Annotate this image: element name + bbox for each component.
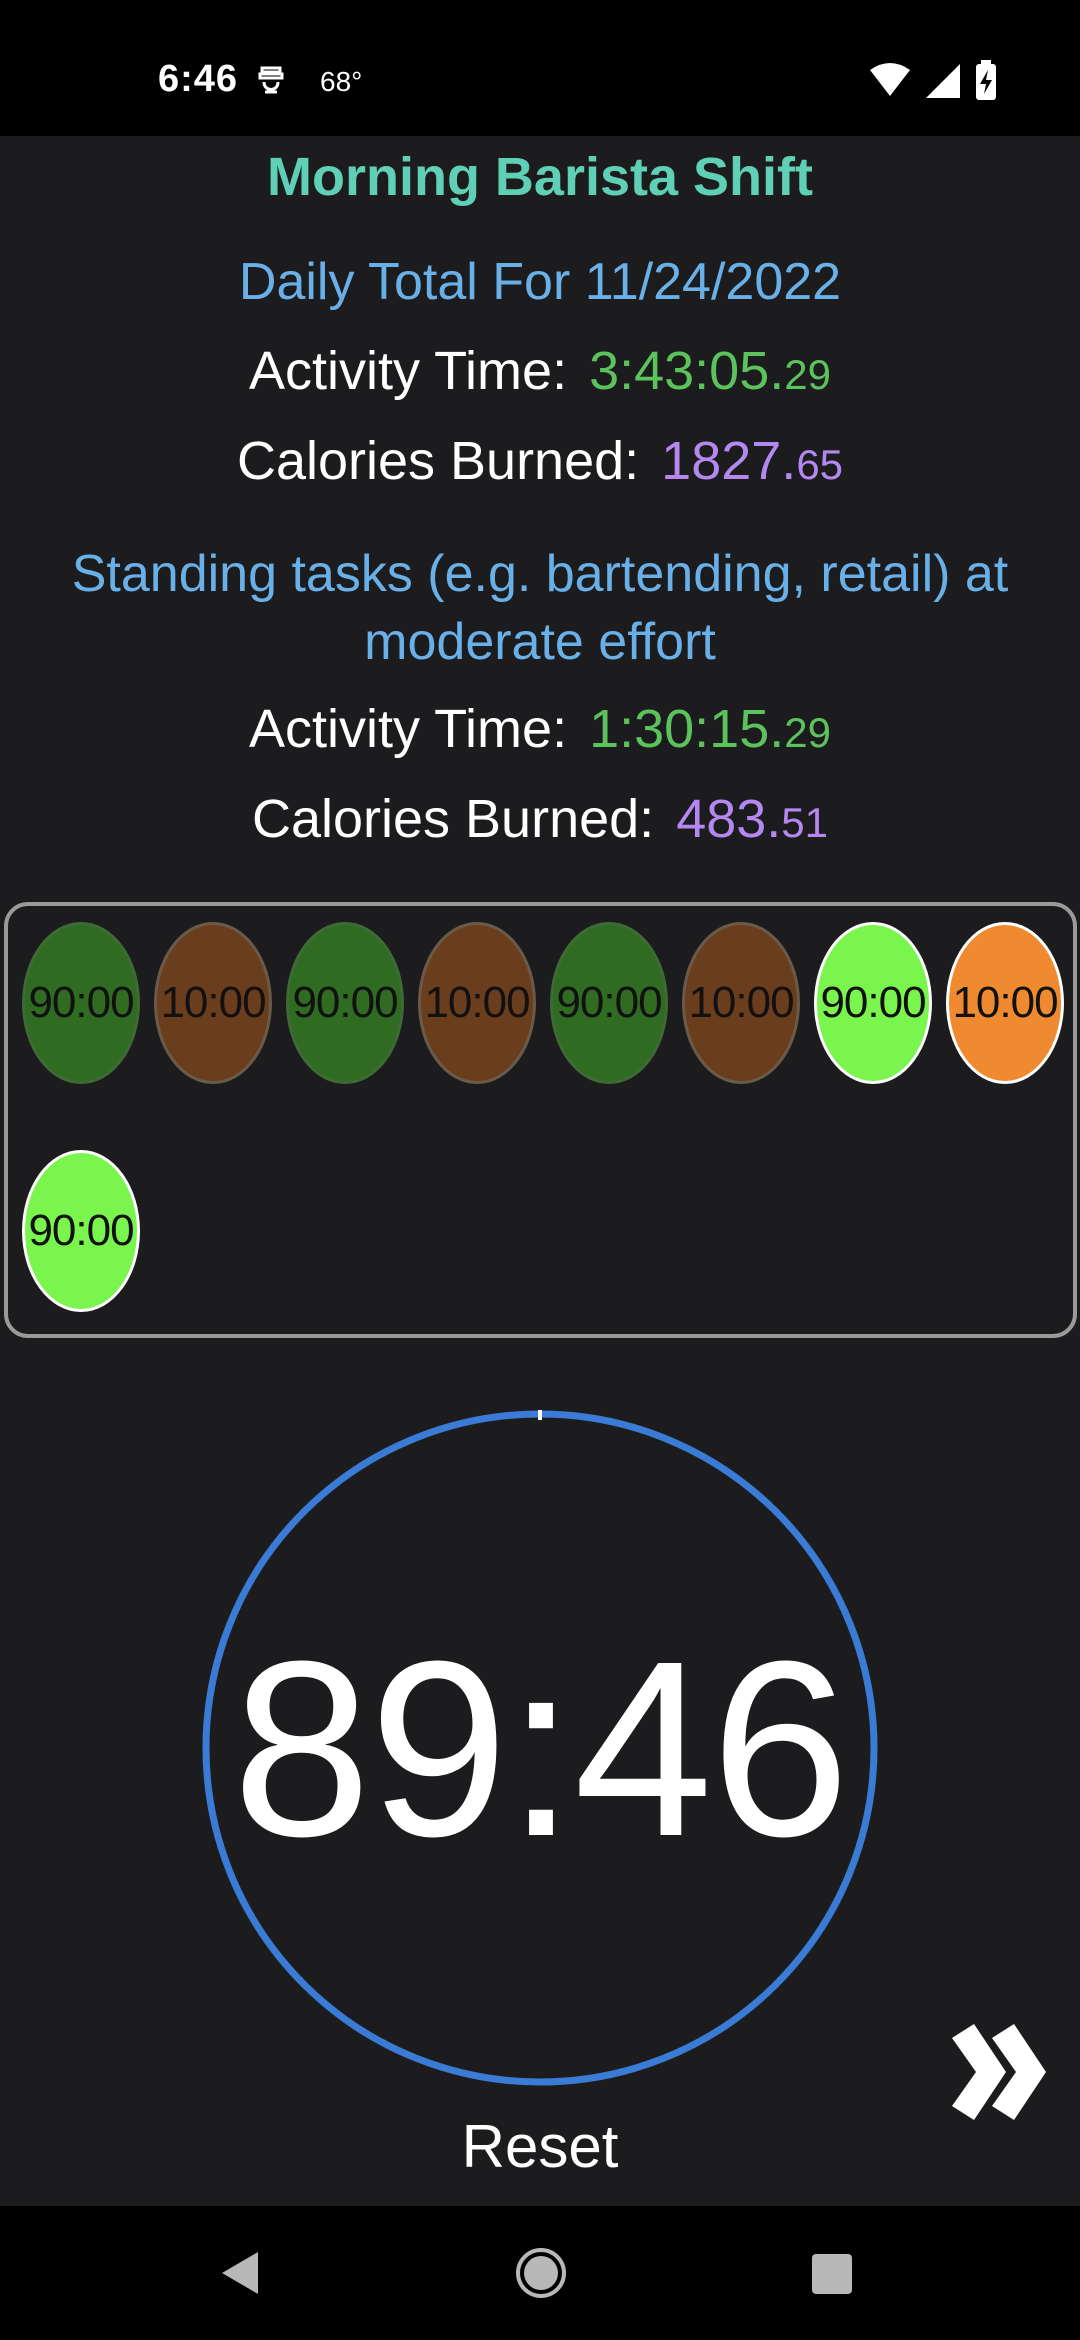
daily-calories-value: 1827.65 xyxy=(661,431,844,491)
cell-signal-icon xyxy=(926,64,960,98)
recents-button[interactable] xyxy=(810,2252,854,2299)
daily-calories-label: Calories Burned: xyxy=(236,431,640,491)
back-button[interactable] xyxy=(218,2250,264,2299)
daily-activity-row: Activity Time: 3:43:05.29 xyxy=(0,340,1080,402)
recents-square-icon xyxy=(812,2254,852,2294)
activity-time-label: Activity Time: xyxy=(249,699,568,759)
activity-calories-row: Calories Burned: 483.51 xyxy=(0,788,1080,850)
activity-heading: Standing tasks (e.g. bartending, retail)… xyxy=(71,545,1009,671)
double-chevron-right-icon xyxy=(952,2024,1046,2120)
wifi-icon xyxy=(870,63,910,96)
status-icons xyxy=(870,60,996,100)
notification-icon xyxy=(258,66,284,94)
interval-chip[interactable]: 10:00 xyxy=(682,922,800,1084)
system-nav-bar xyxy=(0,2206,1080,2340)
home-circle-icon xyxy=(516,2248,566,2298)
reset-button[interactable]: Reset xyxy=(440,2112,640,2181)
activity-calories-label: Calories Burned: xyxy=(251,789,655,849)
interval-chip[interactable]: 90:00 xyxy=(286,922,404,1084)
interval-list: 90:00 10:00 90:00 10:00 90:00 10:00 90:0… xyxy=(4,902,1077,1338)
status-bar: 6:46 68° xyxy=(0,0,1080,136)
interval-chip[interactable]: 10:00 xyxy=(154,922,272,1084)
daily-activity-value: 3:43:05.29 xyxy=(589,341,831,401)
home-button[interactable] xyxy=(514,2246,568,2303)
workout-title: Morning Barista Shift xyxy=(266,147,813,207)
activity-time-value: 1:30:15.29 xyxy=(589,699,831,759)
interval-chip[interactable]: 90:00 xyxy=(814,922,932,1084)
status-time: 6:46 xyxy=(158,58,239,100)
back-triangle-icon xyxy=(222,2252,258,2294)
interval-chip[interactable]: 90:00 xyxy=(550,922,668,1084)
timer-display[interactable]: 89:46 xyxy=(200,1408,880,2088)
activity-calories-value: 483.51 xyxy=(676,789,829,849)
interval-chip[interactable]: 90:00 xyxy=(22,1150,140,1312)
battery-charging-icon xyxy=(976,60,996,100)
skip-button[interactable] xyxy=(946,2024,1050,2120)
daily-calories-row: Calories Burned: 1827.65 xyxy=(0,430,1080,492)
interval-chip[interactable]: 10:00 xyxy=(418,922,536,1084)
interval-chip[interactable]: 90:00 xyxy=(22,922,140,1084)
interval-chip[interactable]: 10:00 xyxy=(946,922,1064,1084)
daily-total-heading: Daily Total For 11/24/2022 xyxy=(238,253,842,311)
status-temperature: 68° xyxy=(320,66,363,97)
activity-time-row: Activity Time: 1:30:15.29 xyxy=(0,698,1080,760)
daily-activity-label: Activity Time: xyxy=(249,341,568,401)
